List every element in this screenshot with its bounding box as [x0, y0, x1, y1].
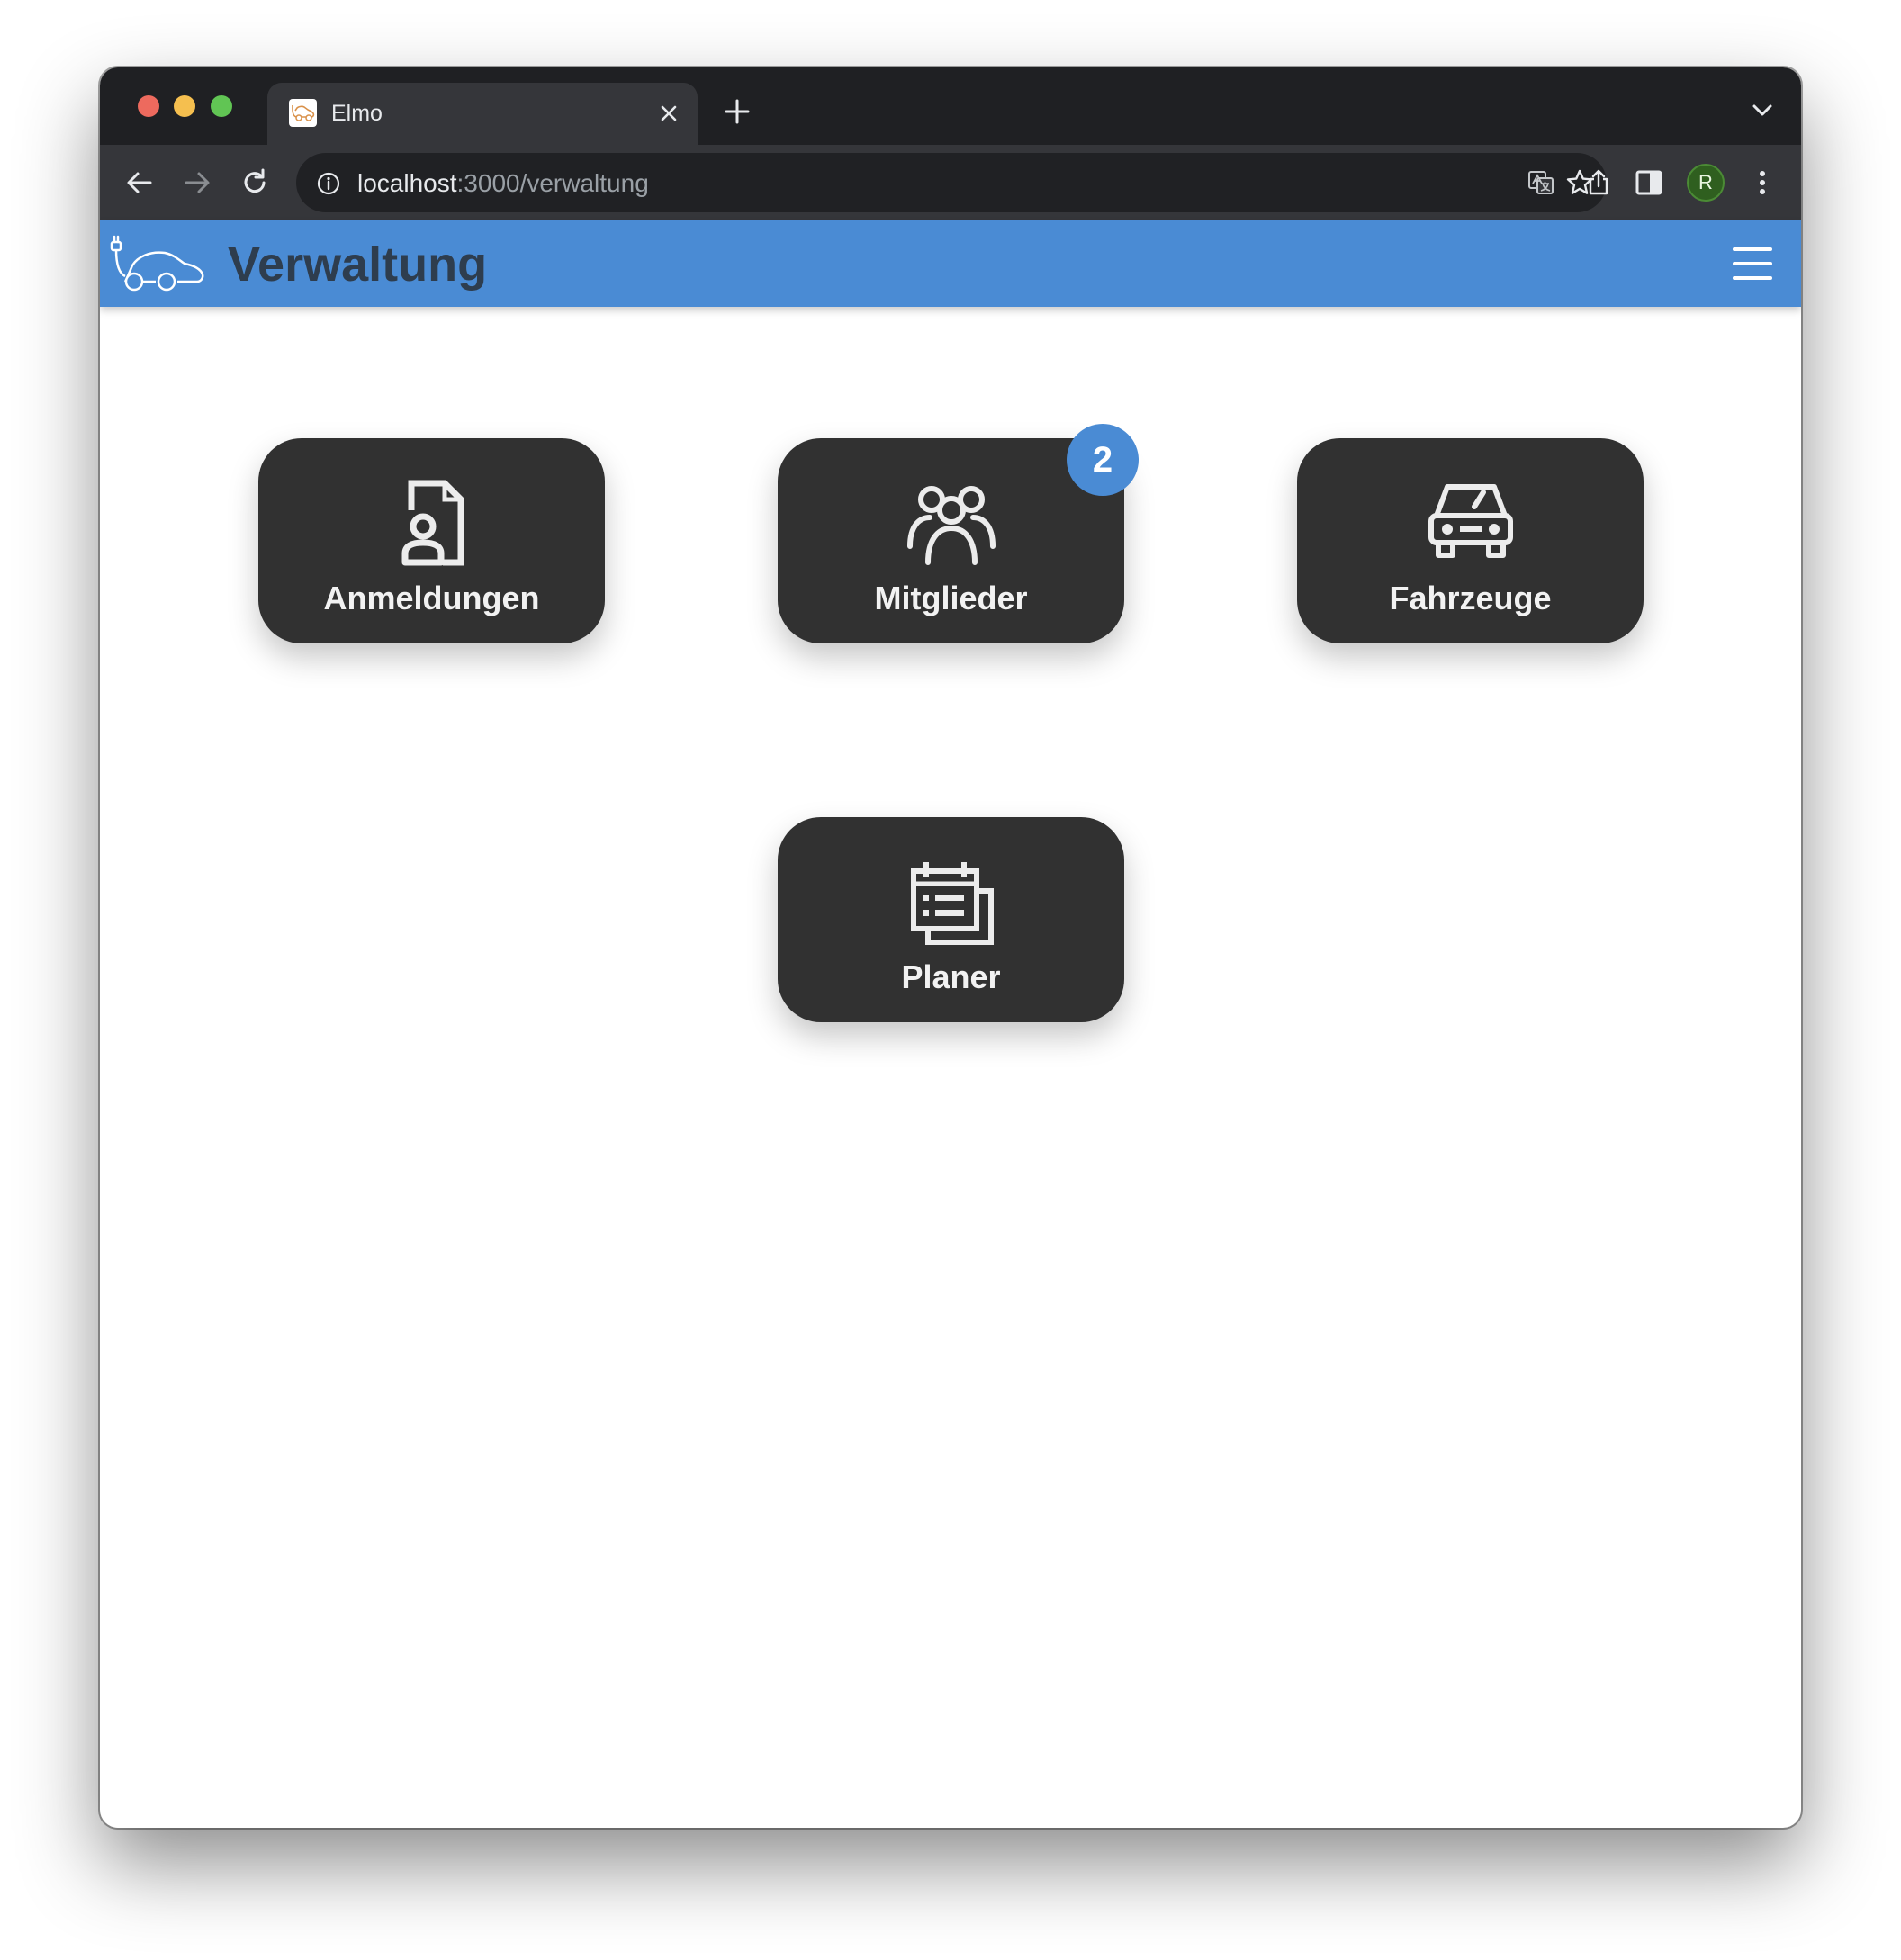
page-title: Verwaltung	[228, 238, 488, 292]
elmo-favicon-icon	[289, 99, 317, 127]
url-text: localhost:3000/verwaltung	[357, 168, 649, 199]
tile-label: Mitglieder	[874, 580, 1028, 616]
tile-fahrzeuge[interactable]: Fahrzeuge	[1297, 438, 1644, 643]
side-panel-icon[interactable]	[1633, 166, 1665, 199]
profile-avatar[interactable]: R	[1687, 164, 1725, 202]
browser-window: Elmo localhost:3000/verwaltung R Verwalt…	[100, 67, 1801, 1828]
bookmark-star-icon[interactable]	[1565, 168, 1594, 197]
tile-anmeldungen[interactable]: Anmeldungen	[258, 438, 605, 643]
close-window-button[interactable]	[138, 95, 159, 117]
document-person-icon	[387, 480, 477, 566]
tab-close-icon[interactable]	[656, 101, 681, 126]
tab-elmo[interactable]: Elmo	[267, 83, 698, 145]
more-vertical-icon[interactable]	[1746, 166, 1779, 199]
tile-label: Fahrzeuge	[1389, 580, 1552, 616]
tab-search-chevron-down-icon[interactable]	[1751, 102, 1774, 120]
back-arrow-icon[interactable]	[123, 166, 156, 199]
translate-icon[interactable]	[1527, 168, 1555, 197]
people-group-icon	[906, 480, 996, 566]
url-host: localhost	[357, 169, 457, 197]
car-icon	[1426, 480, 1516, 566]
address-bar[interactable]: localhost:3000/verwaltung	[296, 153, 1608, 212]
hamburger-menu-icon[interactable]	[1733, 247, 1772, 280]
elmo-car-logo-icon[interactable]	[105, 233, 210, 296]
reload-icon[interactable]	[239, 166, 271, 199]
tile-planer[interactable]: Planer	[778, 817, 1124, 1022]
calendar-list-icon	[906, 859, 996, 946]
maximize-window-button[interactable]	[211, 95, 232, 117]
new-tab-plus-icon[interactable]	[724, 98, 751, 125]
url-path: :3000/verwaltung	[456, 169, 649, 197]
tile-label: Planer	[901, 958, 1001, 995]
tile-mitglieder[interactable]: Mitglieder 2	[778, 424, 1139, 643]
notification-badge: 2	[1067, 424, 1139, 496]
forward-arrow-icon[interactable]	[181, 166, 213, 199]
tile-label: Anmeldungen	[323, 580, 540, 616]
app-header: Verwaltung	[100, 220, 1801, 307]
site-info-icon[interactable]	[316, 171, 341, 196]
tab-strip: Elmo	[100, 67, 1801, 145]
browser-toolbar: localhost:3000/verwaltung R	[100, 145, 1801, 220]
minimize-window-button[interactable]	[174, 95, 195, 117]
tab-title: Elmo	[331, 101, 383, 126]
